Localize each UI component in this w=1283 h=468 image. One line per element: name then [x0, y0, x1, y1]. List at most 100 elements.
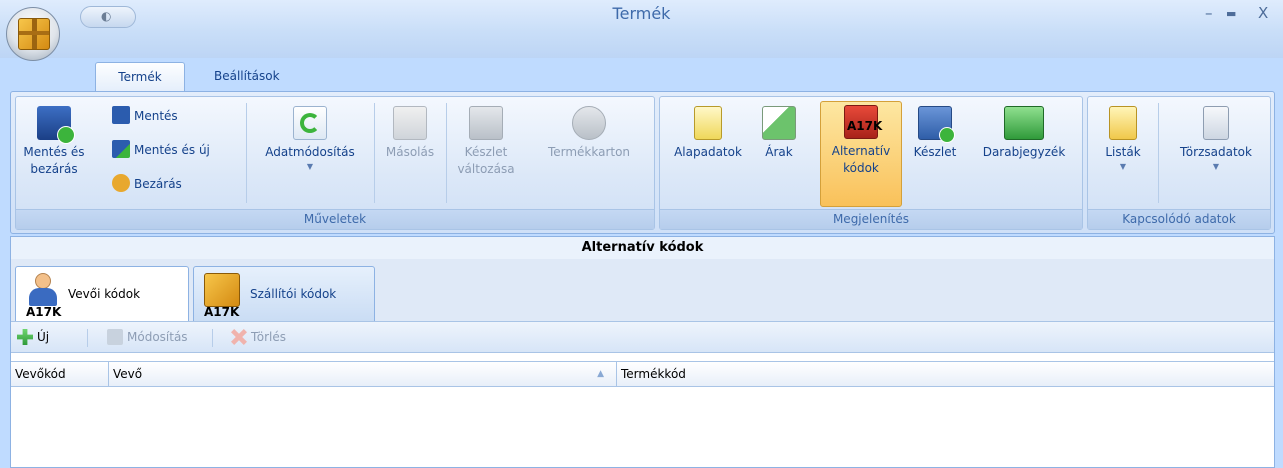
bom-button[interactable]: Darabjegyzék [968, 103, 1080, 161]
bom-label: Darabjegyzék [982, 145, 1066, 159]
modify-label: Adatmódosítás [265, 145, 355, 159]
package-icon [18, 18, 50, 50]
ribbon: Mentés és bezárás Mentés Mentés és új Be… [10, 91, 1275, 234]
sort-ascending-icon: ▲ [597, 369, 604, 379]
binoculars-icon [572, 106, 606, 140]
close-doc-label: Bezárás [134, 177, 182, 191]
tab-termek[interactable]: Termék [95, 62, 185, 92]
customer-icon [26, 273, 62, 307]
modify-row-label: Módosítás [127, 330, 188, 344]
save-close-label-2: bezárás [30, 162, 78, 176]
supplier-badge: A17K [204, 305, 240, 319]
tab-vevoi-kodok[interactable]: A17K Vevői kódok [15, 266, 189, 325]
delete-button[interactable]: Törlés [231, 329, 286, 345]
copy-button[interactable]: Másolás [378, 103, 442, 161]
alt-codes-button[interactable]: A17K Alternatív kódok [820, 101, 902, 207]
save-new-button[interactable]: Mentés és új [112, 139, 210, 161]
truck-icon: A17K [844, 105, 882, 139]
delete-label: Törlés [251, 330, 287, 344]
save-new-label: Mentés és új [134, 143, 210, 157]
group-kapcsolodo: Listák ▼ Törzsadatok ▼ Kapcsolódó adatok [1087, 96, 1271, 230]
db-icon[interactable]: ◐ [101, 9, 111, 23]
modify-button[interactable]: Adatmódosítás ▼ [252, 103, 368, 173]
separator [212, 329, 213, 347]
delete-icon [231, 329, 247, 345]
magnifier-icon [469, 106, 503, 140]
panel-title: Alternatív kódok [11, 237, 1274, 259]
plus-icon [17, 329, 33, 345]
chevron-down-icon: ▼ [1212, 162, 1220, 171]
basic-data-button[interactable]: Alapadatok [662, 103, 754, 161]
quick-access-toolbar[interactable]: ◐ [80, 6, 136, 28]
customer-badge: A17K [26, 305, 62, 319]
column-vevokod[interactable]: Vevőkód [11, 362, 109, 386]
group-muveletek: Mentés és bezárás Mentés Mentés és új Be… [15, 96, 655, 230]
group-label-megjelenites: Megjelenítés [660, 209, 1082, 229]
save-close-label-1: Mentés és [23, 145, 85, 159]
separator [446, 103, 447, 203]
tab-beallitasok[interactable]: Beállítások [200, 62, 294, 92]
column-vevo[interactable]: Vevő ▲ [109, 362, 617, 386]
new-button[interactable]: Új [17, 329, 49, 345]
stock-button[interactable]: Készlet [904, 103, 966, 161]
save-close-button[interactable]: Mentés és bezárás [16, 103, 92, 178]
product-card-label: Termékkarton [547, 145, 631, 159]
window-title: Termék [612, 4, 671, 23]
floppy-plus-icon [112, 140, 130, 158]
save-close-icon [37, 106, 75, 144]
group-megjelenites: Alapadatok Árak A17K Alternatív kódok Ké… [659, 96, 1083, 230]
application-button[interactable] [6, 7, 60, 61]
edit-icon [107, 329, 123, 345]
master-data-label: Törzsadatok [1180, 145, 1252, 159]
chevron-down-icon: ▼ [306, 162, 314, 171]
package-icon [204, 273, 240, 307]
database-check-icon [918, 106, 955, 143]
tab-szallitoi-kodok[interactable]: A17K Szállítói kódok [193, 266, 375, 324]
close-doc-button[interactable]: Bezárás [112, 173, 182, 195]
new-label: Új [37, 330, 50, 344]
tab-szallitoi-kodok-label: Szállítói kódok [250, 287, 337, 301]
floppy-icon [112, 106, 130, 124]
grid-toolbar: Új Módosítás Törlés [11, 321, 1274, 353]
prices-button[interactable]: Árak [756, 103, 802, 161]
alt-codes-badge: A17K [847, 119, 883, 133]
modify-row-button[interactable]: Módosítás [107, 329, 188, 345]
lists-label: Listák [1105, 145, 1141, 159]
folder-icon [1109, 106, 1137, 140]
chevron-down-icon: ▼ [1119, 162, 1127, 171]
group-label-muveletek: Műveletek [16, 209, 654, 229]
separator [246, 103, 247, 203]
alt-codes-label-2: kódok [843, 161, 879, 175]
exit-icon [112, 174, 130, 192]
copy-label: Másolás [385, 145, 435, 159]
stock-change-label-2: változása [457, 162, 515, 176]
cabinet-icon [1203, 106, 1229, 140]
stock-label: Készlet [913, 145, 957, 159]
tab-vevoi-kodok-label: Vevői kódok [68, 287, 141, 301]
copy-icon [393, 106, 427, 140]
content-panel: Alternatív kódok A17K Vevői kódok A17K S… [10, 236, 1275, 468]
separator [1158, 103, 1159, 203]
title-bar: Termék ◐ – ▬ X [0, 0, 1283, 58]
stock-change-button[interactable]: Készlet változása [450, 103, 522, 178]
lists-button[interactable]: Listák ▼ [1094, 103, 1152, 173]
stock-change-label-1: Készlet [464, 145, 508, 159]
column-vevo-label: Vevő [113, 367, 143, 381]
document-icon [694, 106, 722, 140]
banknote-icon [1004, 106, 1044, 140]
group-label-kapcsolodo: Kapcsolódó adatok [1088, 209, 1270, 229]
product-card-button[interactable]: Termékkarton [530, 103, 648, 161]
envelope-money-icon [762, 106, 796, 140]
modify-icon [293, 106, 327, 140]
minimize-button[interactable]: – [1205, 4, 1213, 22]
column-termekkod[interactable]: Termékkód [617, 362, 1274, 386]
basic-data-label: Alapadatok [674, 145, 742, 159]
maximize-button[interactable]: ▬ [1226, 7, 1236, 20]
save-button[interactable]: Mentés [112, 105, 178, 127]
alt-codes-label-1: Alternatív [831, 144, 891, 158]
grid-header: Vevőkód Vevő ▲ Termékkód [11, 361, 1274, 387]
prices-label: Árak [765, 145, 793, 159]
separator [87, 329, 88, 347]
master-data-button[interactable]: Törzsadatok ▼ [1164, 103, 1268, 173]
close-button[interactable]: X [1258, 4, 1268, 22]
